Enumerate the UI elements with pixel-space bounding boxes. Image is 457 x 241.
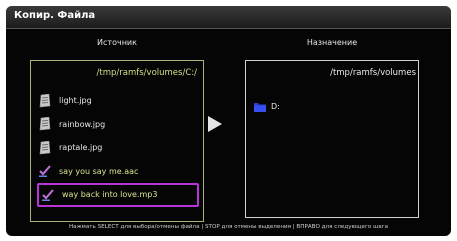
file-item-light[interactable]: light.jpg — [37, 89, 199, 113]
file-name: raptale.jpg — [59, 143, 103, 153]
copy-file-screen: Копир. Файла Источник Назначение /tmp/ra… — [6, 6, 451, 236]
arrow-right-icon — [208, 116, 222, 132]
file-name: light.jpg — [59, 96, 92, 106]
destination-column-header: Назначение — [306, 38, 358, 47]
source-path: /tmp/ramfs/volumes/C:/ — [96, 68, 197, 78]
file-item-way-back-into-love[interactable]: way back into love.mp3 — [37, 183, 199, 207]
source-column-header: Источник — [97, 38, 137, 47]
file-item-rainbow[interactable]: rainbow.jpg — [37, 113, 199, 137]
footer-hint: Нажмать SELECT для выбора/отмены файла |… — [68, 224, 389, 230]
destination-panel: /tmp/ramfs/volumes D: — [245, 60, 419, 218]
image-file-icon — [37, 140, 53, 156]
file-name: way back into love.mp3 — [62, 190, 158, 200]
file-name: say you say me.aac — [59, 166, 139, 176]
file-item-say-you-say-me[interactable]: say you say me.aac — [37, 160, 199, 184]
destination-path: /tmp/ramfs/volumes — [330, 68, 416, 78]
checkmark-icon — [37, 163, 53, 179]
image-file-icon — [37, 93, 53, 109]
source-file-list: light.jpg rainbow.jpg raptale.jpg say yo… — [37, 89, 199, 207]
window-title: Копир. Файла — [14, 10, 96, 21]
destination-item-d[interactable]: D: — [254, 97, 280, 116]
destination-label: D: — [271, 102, 280, 111]
source-panel: /tmp/ramfs/volumes/C:/ light.jpg rainbow… — [30, 60, 204, 222]
title-bar: Копир. Файла — [6, 6, 451, 29]
file-item-raptale[interactable]: raptale.jpg — [37, 136, 199, 160]
folder-icon — [254, 97, 266, 116]
file-name: rainbow.jpg — [59, 119, 106, 129]
image-file-icon — [37, 116, 53, 132]
checkmark-icon — [40, 187, 56, 203]
